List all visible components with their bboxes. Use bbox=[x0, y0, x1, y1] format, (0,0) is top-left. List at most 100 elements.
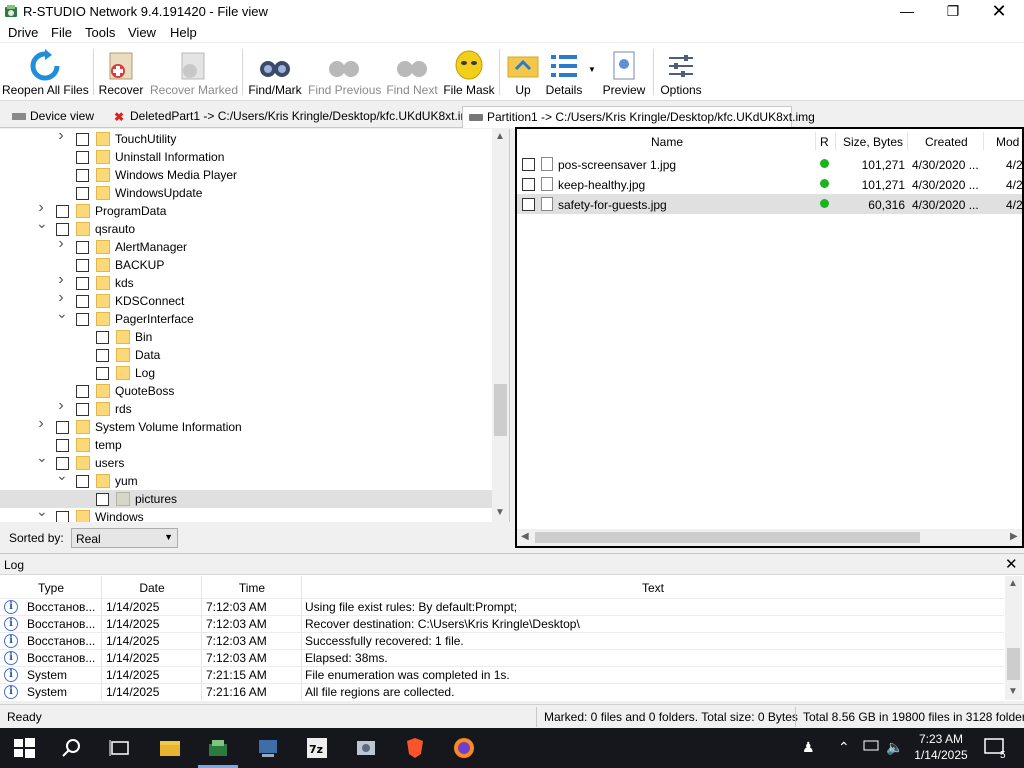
expand-chevron-right-icon[interactable]: › bbox=[56, 236, 66, 252]
options-button[interactable]: Options bbox=[657, 43, 705, 101]
log-row[interactable]: i Восстанов... 1/14/2025 7:12:03 AM Using fi… bbox=[0, 598, 1004, 615]
file-checkbox[interactable] bbox=[522, 198, 535, 211]
scroll-up-icon[interactable]: ▲ bbox=[495, 131, 505, 142]
scroll-down-icon[interactable]: ▼ bbox=[495, 507, 505, 518]
file-row[interactable]: safety-for-guests.jpg 60,316 4/30/2020 ...… bbox=[517, 194, 1022, 214]
column-name[interactable]: Name bbox=[651, 135, 683, 149]
tree-item[interactable]: › KDSConnect bbox=[0, 290, 492, 310]
tree-checkbox[interactable] bbox=[76, 295, 89, 308]
up-button[interactable]: Up bbox=[503, 43, 543, 101]
tree-vertical-scrollbar[interactable]: ▲ ▼ bbox=[492, 129, 509, 522]
log-row[interactable]: i Восстанов... 1/14/2025 7:12:03 AM Recover … bbox=[0, 615, 1004, 632]
tree-checkbox[interactable] bbox=[56, 439, 69, 452]
network-tray-icon[interactable] bbox=[863, 739, 879, 753]
brave-icon[interactable] bbox=[403, 736, 427, 760]
tree-item[interactable]: › TouchUtility bbox=[0, 129, 492, 148]
clock-date[interactable]: 1/14/2025 bbox=[908, 748, 974, 762]
log-vertical-scrollbar[interactable]: ▲ ▼ bbox=[1005, 576, 1022, 700]
disk-tool-icon[interactable] bbox=[354, 736, 378, 760]
tree-item[interactable]: Bin bbox=[0, 328, 492, 346]
log-row[interactable]: i Восстанов... 1/14/2025 7:12:03 AM Successf… bbox=[0, 632, 1004, 649]
scroll-right-icon[interactable]: ▶ bbox=[1010, 531, 1018, 542]
tree-checkbox[interactable] bbox=[96, 331, 109, 344]
scrollbar-thumb[interactable] bbox=[1007, 648, 1020, 680]
log-column-time[interactable]: Time bbox=[202, 581, 302, 595]
column-created[interactable]: Created bbox=[925, 135, 968, 149]
clock-time[interactable]: 7:23 AM bbox=[912, 732, 970, 746]
chevron-up-icon[interactable]: ⌃ bbox=[838, 739, 850, 756]
preview-button[interactable]: Preview bbox=[601, 43, 647, 101]
expand-chevron-right-icon[interactable]: › bbox=[56, 398, 66, 414]
tree-item[interactable]: › System Volume Information bbox=[0, 416, 492, 436]
tree-item[interactable]: pictures bbox=[0, 490, 492, 508]
expand-chevron-down-icon[interactable]: ⌄ bbox=[36, 504, 48, 518]
expand-chevron-down-icon[interactable]: ⌄ bbox=[56, 306, 68, 320]
menu-help[interactable]: Help bbox=[170, 25, 197, 40]
tree-item[interactable]: ⌄ users bbox=[0, 450, 492, 472]
windows-start-icon[interactable] bbox=[12, 736, 36, 760]
menu-drive[interactable]: Drive bbox=[8, 25, 38, 40]
tree-item[interactable]: › kds bbox=[0, 272, 492, 292]
recover-button[interactable]: Recover bbox=[96, 43, 146, 101]
tree-item[interactable]: ⌄ qsrauto bbox=[0, 216, 492, 238]
reopen-all-files-button[interactable]: Reopen All Files bbox=[2, 43, 89, 101]
tree-item[interactable]: QuoteBoss bbox=[0, 382, 492, 400]
tab-device-view[interactable]: Device view bbox=[6, 106, 102, 128]
tree-item[interactable]: Log bbox=[0, 364, 492, 382]
details-dropdown-button[interactable]: ▼ bbox=[585, 43, 599, 101]
volume-icon[interactable]: 🔈 bbox=[886, 739, 903, 756]
tab-partition1[interactable]: Partition1 -> C:/Users/Kris Kringle/Desk… bbox=[462, 106, 815, 128]
tree-checkbox[interactable] bbox=[96, 493, 109, 506]
sort-select[interactable]: Real ▼ bbox=[71, 528, 178, 548]
menu-tools[interactable]: Tools bbox=[85, 25, 115, 40]
expand-chevron-right-icon[interactable]: › bbox=[56, 129, 66, 144]
log-close-icon[interactable]: ✕ bbox=[1005, 555, 1018, 573]
file-mask-button[interactable]: File Mask bbox=[443, 43, 495, 101]
tree-checkbox[interactable] bbox=[56, 421, 69, 434]
expand-chevron-right-icon[interactable]: › bbox=[56, 290, 66, 306]
tree-checkbox[interactable] bbox=[76, 151, 89, 164]
tree-item[interactable]: ⌄ Windows bbox=[0, 504, 492, 522]
scrollbar-thumb[interactable] bbox=[494, 384, 507, 436]
menu-file[interactable]: File bbox=[51, 25, 72, 40]
network-icon[interactable] bbox=[256, 736, 280, 760]
tree-checkbox[interactable] bbox=[76, 277, 89, 290]
tree-checkbox[interactable] bbox=[76, 133, 89, 146]
7zip-icon[interactable]: 7z bbox=[305, 736, 329, 760]
log-row[interactable]: i System 1/14/2025 7:21:16 AM All file regio… bbox=[0, 683, 1004, 700]
find-previous-button[interactable]: Find Previous bbox=[308, 43, 381, 101]
expand-chevron-right-icon[interactable]: › bbox=[36, 416, 46, 432]
tree-item[interactable]: Windows Media Player bbox=[0, 166, 492, 184]
expand-chevron-down-icon[interactable]: ⌄ bbox=[36, 216, 48, 230]
scroll-down-icon[interactable]: ▼ bbox=[1008, 686, 1018, 697]
people-icon[interactable]: ♟ bbox=[802, 739, 815, 756]
expand-chevron-down-icon[interactable]: ⌄ bbox=[36, 450, 48, 464]
log-column-type[interactable]: Type bbox=[0, 581, 102, 595]
tree-checkbox[interactable] bbox=[96, 349, 109, 362]
file-row[interactable]: pos-screensaver 1.jpg 101,271 4/30/2020 ..… bbox=[517, 154, 1022, 174]
firefox-icon[interactable] bbox=[452, 736, 476, 760]
scroll-up-icon[interactable]: ▲ bbox=[1008, 578, 1018, 589]
file-row[interactable]: keep-healthy.jpg 101,271 4/30/2020 ... 4/23… bbox=[517, 174, 1022, 194]
tree-checkbox[interactable] bbox=[76, 241, 89, 254]
tree-item[interactable]: Data bbox=[0, 346, 492, 364]
tree-checkbox[interactable] bbox=[76, 169, 89, 182]
tree-checkbox[interactable] bbox=[56, 511, 69, 522]
scrollbar-thumb[interactable] bbox=[535, 532, 920, 543]
tree-checkbox[interactable] bbox=[76, 403, 89, 416]
tree-item[interactable]: › rds bbox=[0, 398, 492, 418]
column-modified[interactable]: Mod bbox=[996, 135, 1019, 149]
menu-view[interactable]: View bbox=[128, 25, 156, 40]
r-studio-icon[interactable] bbox=[206, 736, 230, 760]
tab-deleted-part1[interactable]: ✖ DeletedPart1 -> C:/Users/Kris Kringle/D… bbox=[108, 106, 477, 128]
tree-item[interactable]: ⌄ yum bbox=[0, 468, 492, 490]
minimize-button[interactable]: — bbox=[884, 0, 930, 22]
recover-marked-button[interactable]: Recover Marked bbox=[150, 43, 238, 101]
tree-checkbox[interactable] bbox=[56, 205, 69, 218]
search-icon[interactable] bbox=[60, 736, 84, 760]
tree-item[interactable]: BACKUP bbox=[0, 256, 492, 274]
details-button[interactable]: Details bbox=[545, 43, 583, 101]
task-view-icon[interactable] bbox=[108, 736, 132, 760]
log-column-date[interactable]: Date bbox=[102, 581, 202, 595]
file-checkbox[interactable] bbox=[522, 178, 535, 191]
